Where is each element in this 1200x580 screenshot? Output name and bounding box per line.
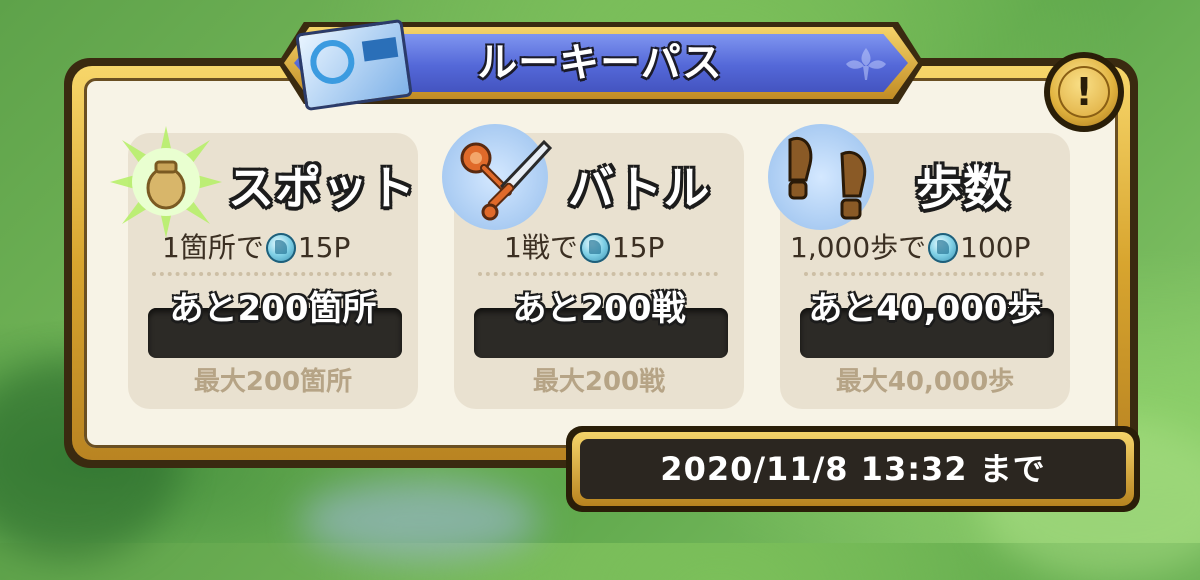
pot-icon [110, 126, 222, 238]
deadline-label: 2020/11/8 13:32 まで [580, 439, 1126, 499]
sword-icon [460, 139, 553, 221]
background-path [300, 480, 540, 560]
spot-max: 最大200箇所 [193, 367, 353, 397]
pass-card-icon [295, 18, 413, 112]
page-title: ルーキーパス [477, 40, 723, 86]
spot-remaining: あと200箇所 [169, 289, 377, 329]
steps-rate-label: 1,000歩で [790, 231, 927, 264]
divider [478, 272, 718, 276]
footprints-icon [788, 137, 867, 220]
battle-rate-points: 15P [611, 231, 665, 264]
steps-max: 最大40,000歩 [835, 367, 1015, 397]
spot-rate: 1箇所で 15P [162, 228, 350, 268]
steps-title: 歩数 [916, 161, 1010, 215]
battle-rate-label: 1戦で [504, 231, 578, 264]
battle-remaining: あと200戦 [512, 289, 686, 329]
battle-title: バトル [568, 161, 711, 215]
point-coin-icon [928, 233, 959, 263]
steps-remaining: あと40,000歩 [808, 289, 1042, 329]
battle-max: 最大200戦 [532, 367, 666, 397]
steps-rate-points: 100P [960, 231, 1031, 264]
point-coin-icon [579, 233, 610, 263]
spot-title: スポット [228, 161, 416, 215]
battle-rate: 1戦で 15P [504, 228, 664, 268]
divider [804, 272, 1044, 276]
fleur-de-lis-icon [846, 48, 886, 80]
divider [152, 272, 392, 276]
info-button[interactable]: ! [1058, 66, 1110, 118]
spot-rate-label: 1箇所で [162, 231, 264, 264]
steps-rate: 1,000歩で 100P [790, 228, 1031, 268]
spot-rate-points: 15P [297, 231, 351, 264]
point-coin-icon [265, 233, 296, 263]
